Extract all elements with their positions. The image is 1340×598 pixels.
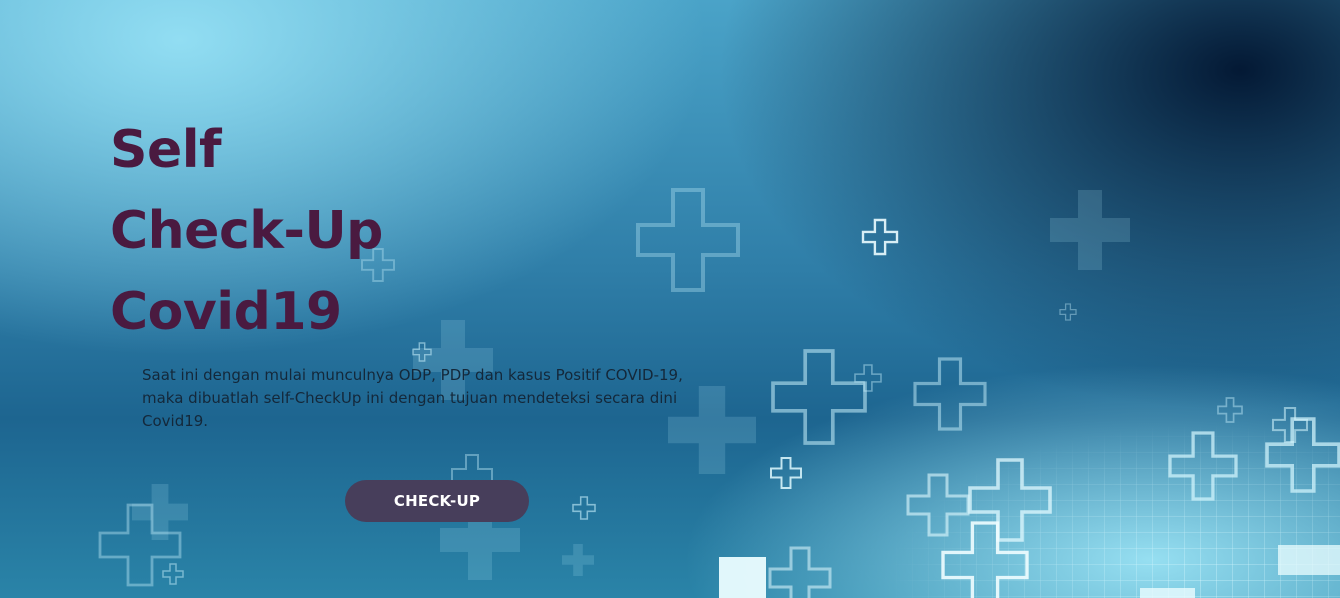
medical-cross-icon xyxy=(1218,398,1242,422)
medical-cross-icon xyxy=(1170,433,1236,499)
medical-cross-icon xyxy=(770,548,830,598)
medical-cross-icon xyxy=(855,365,881,391)
medical-cross-icon xyxy=(908,475,968,535)
hero-description: Saat ini dengan mulai munculnya ODP, PDP… xyxy=(142,366,683,430)
medical-cross-icon xyxy=(163,564,183,584)
medical-cross-icon xyxy=(771,458,801,488)
hero-title-line-1: Self xyxy=(110,120,222,180)
medical-cross-icon xyxy=(1273,408,1307,442)
medical-cross-icon xyxy=(638,190,738,290)
hero-title: Self Check-Up Covid19 xyxy=(110,110,530,353)
medical-cross-icon xyxy=(943,523,1027,598)
medical-cross-icon xyxy=(562,544,594,576)
medical-cross-icon xyxy=(1050,190,1130,270)
medical-cross-icon xyxy=(132,484,188,540)
check-up-button[interactable]: CHECK-UP xyxy=(345,480,529,522)
medical-cross-icon xyxy=(773,351,865,443)
medical-cross-icon xyxy=(915,359,985,429)
medical-cross-icon xyxy=(970,460,1050,540)
hero-title-line-2: Check-Up xyxy=(110,201,383,261)
medical-cross-icon xyxy=(863,220,897,254)
medical-cross-icon xyxy=(1060,304,1076,320)
medical-cross-icon xyxy=(719,557,766,598)
hero-title-line-3: Covid19 xyxy=(110,282,342,342)
medical-cross-icon xyxy=(573,497,595,519)
hero-banner: Self Check-Up Covid19 Saat ini dengan mu… xyxy=(0,0,1340,598)
